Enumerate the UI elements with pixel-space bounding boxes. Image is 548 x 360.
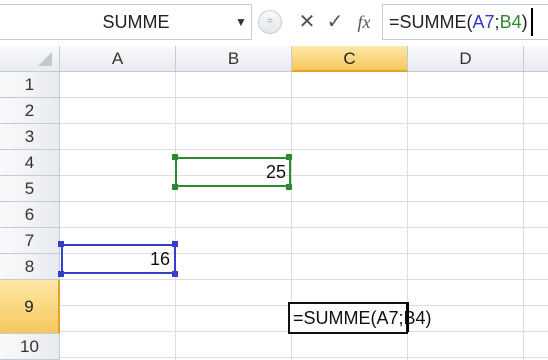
cell-b4[interactable]: 25 xyxy=(176,159,288,185)
resize-handle[interactable] xyxy=(286,154,292,160)
cancel-icon[interactable]: ✕ xyxy=(293,4,321,40)
formula-ref-a: A7 xyxy=(472,12,495,32)
row-header-9[interactable]: 9 xyxy=(0,280,60,334)
formula-input[interactable]: =SUMME(A7;B4) xyxy=(382,4,548,40)
name-box-value[interactable]: SUMME xyxy=(76,4,196,40)
resize-handle[interactable] xyxy=(172,271,178,277)
row-header-4[interactable]: 4 xyxy=(0,150,60,176)
cell-c9-editor[interactable]: =SUMME(A7;B4) xyxy=(288,302,432,334)
enter-icon[interactable]: ✓ xyxy=(321,4,349,40)
resize-handle[interactable] xyxy=(172,184,178,190)
resize-grip-icon[interactable]: = xyxy=(258,10,282,34)
row-header-3[interactable]: 3 xyxy=(0,124,60,150)
row-header-8[interactable]: 8 xyxy=(0,254,60,280)
row-header-10[interactable]: 10 xyxy=(0,334,60,360)
insert-function-icon[interactable]: fx xyxy=(349,4,379,40)
column-header-e-partial[interactable] xyxy=(524,46,548,72)
text-caret xyxy=(407,302,409,332)
resize-handle[interactable] xyxy=(286,184,292,190)
column-header-c[interactable]: C xyxy=(292,46,408,72)
text-caret xyxy=(531,8,533,36)
row-header-2[interactable]: 2 xyxy=(0,98,60,124)
formula-prefix: =SUMME( xyxy=(389,12,473,32)
resize-handle[interactable] xyxy=(172,241,178,247)
resize-handle[interactable] xyxy=(58,271,64,277)
cell-a7[interactable]: 16 xyxy=(62,246,172,272)
row-header-5[interactable]: 5 xyxy=(0,176,60,202)
formula-ref-b: B4 xyxy=(499,12,522,32)
select-all-icon[interactable] xyxy=(38,52,52,66)
resize-handle[interactable] xyxy=(172,154,178,160)
row-header-6[interactable]: 6 xyxy=(0,202,60,228)
column-header-a[interactable]: A xyxy=(60,46,176,72)
resize-handle[interactable] xyxy=(58,241,64,247)
row-header-1[interactable]: 1 xyxy=(0,72,60,98)
row-header-7[interactable]: 7 xyxy=(0,228,60,254)
formula-suffix: ) xyxy=(521,12,528,32)
chevron-down-icon[interactable]: ▼ xyxy=(232,4,250,40)
column-header-b[interactable]: B xyxy=(176,46,292,72)
column-header-d[interactable]: D xyxy=(408,46,524,72)
